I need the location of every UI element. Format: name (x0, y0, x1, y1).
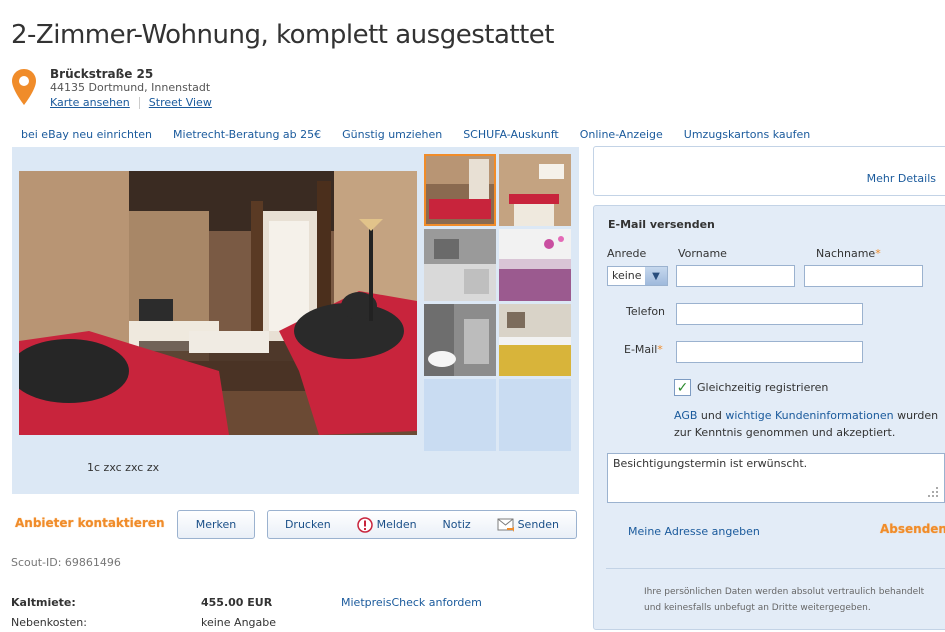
register-checkbox[interactable]: ✓ (674, 379, 691, 396)
agb-text: wurden (893, 409, 939, 422)
thumbnail-2[interactable] (499, 154, 571, 226)
nebenkosten-label: Nebenkosten: (11, 616, 87, 629)
thumbnail-1[interactable] (424, 154, 496, 226)
melden-button[interactable]: Melden (356, 516, 417, 533)
service-links: bei eBay neu einrichten Mietrecht-Beratu… (21, 128, 810, 141)
email-form: E-Mail versenden Anrede keine ▼ Vorname … (593, 205, 945, 630)
telefon-label: Telefon (626, 305, 666, 318)
email-label: E-Mail* (624, 343, 663, 356)
kundeninfo-link[interactable]: wichtige Kundeninformationen (725, 409, 893, 422)
photo-gallery: 1c zxc zxc zx (12, 147, 579, 494)
thumbnail-4[interactable] (499, 229, 571, 301)
nachname-field[interactable] (804, 265, 923, 287)
service-link-online-anzeige[interactable]: Online-Anzeige (580, 128, 663, 141)
address-street: Brückstraße 25 (50, 67, 154, 81)
message-textarea[interactable]: Besichtigungstermin ist erwünscht. (607, 453, 945, 503)
merken-button[interactable]: Merken (177, 510, 255, 539)
action-button-group: Drucken Melden Notiz Senden (267, 510, 577, 539)
address-links: Karte ansehen Street View (50, 96, 212, 109)
agb-link[interactable]: AGB (674, 409, 697, 422)
mietpreis-check-link[interactable]: MietpreisCheck anfordem (341, 596, 482, 609)
street-view-link[interactable]: Street View (149, 96, 212, 109)
privacy-line-2: und keinesfalls unbefugt an Dritte weite… (644, 603, 871, 613)
service-link-schufa[interactable]: SCHUFA-Auskunft (463, 128, 559, 141)
chevron-down-icon: ▼ (645, 267, 667, 285)
agb-text-2: zur Kenntnis genommen und akzeptiert. (674, 426, 896, 439)
map-link[interactable]: Karte ansehen (50, 96, 130, 109)
vorname-field[interactable] (676, 265, 795, 287)
contact-provider-link[interactable]: Anbieter kontaktieren (15, 516, 165, 530)
telefon-field[interactable] (676, 303, 863, 325)
mehr-details-link[interactable]: Mehr Details (867, 172, 936, 185)
thumbnail-empty (499, 379, 571, 451)
form-title: E-Mail versenden (608, 218, 715, 231)
register-label: Gleichzeitig registrieren (697, 381, 829, 394)
adresse-link[interactable]: Meine Adresse angeben (628, 525, 760, 538)
thumbnail-6[interactable] (499, 304, 571, 376)
main-photo[interactable] (19, 171, 417, 435)
address-city: 44135 Dortmund, Innenstadt (50, 81, 211, 94)
thumbnail-empty (424, 379, 496, 451)
notiz-button[interactable]: Notiz (443, 518, 471, 531)
kaltmiete-label: Kaltmiete: (11, 596, 76, 609)
senden-button[interactable]: Senden (497, 518, 559, 532)
page-title: 2-Zimmer-Wohnung, komplett ausgestattet (11, 20, 554, 50)
location-pin-icon (12, 69, 36, 105)
envelope-icon (497, 518, 514, 532)
service-link-umziehen[interactable]: Günstig umziehen (342, 128, 442, 141)
photo-caption: 1c zxc zxc zx (87, 461, 160, 474)
divider (138, 97, 140, 109)
kaltmiete-value: 455.00 EUR (201, 596, 273, 609)
service-link-umzugskartons[interactable]: Umzugskartons kaufen (684, 128, 810, 141)
privacy-line-1: Ihre persönlichen Daten werden absolut v… (644, 587, 925, 597)
agb-and: und (697, 409, 726, 422)
vorname-label: Vorname (678, 247, 727, 260)
service-link-ebay[interactable]: bei eBay neu einrichten (21, 128, 152, 141)
service-link-mietrecht[interactable]: Mietrecht-Beratung ab 25€ (173, 128, 321, 141)
anrede-label: Anrede (607, 247, 647, 260)
agb-notice: AGB und wichtige Kundeninformationen wur… (674, 407, 945, 441)
absenden-button[interactable]: Absenden (880, 522, 945, 536)
warning-icon (356, 516, 373, 533)
nebenkosten-value: keine Angabe (201, 616, 277, 629)
checkmark-icon: ✓ (676, 379, 689, 396)
thumbnail-3[interactable] (424, 229, 496, 301)
thumbnail-grid (424, 154, 574, 451)
thumbnail-5[interactable] (424, 304, 496, 376)
nachname-label: Nachname* (816, 247, 881, 260)
details-box: Mehr Details (593, 146, 945, 196)
senden-label: Senden (517, 518, 560, 531)
anrede-value: keine (612, 269, 642, 282)
privacy-notice: Ihre persönlichen Daten werden absolut v… (644, 584, 945, 616)
scout-id: Scout-ID: 69861496 (11, 556, 121, 569)
drucken-button[interactable]: Drucken (285, 518, 331, 531)
divider (606, 568, 945, 569)
resize-grip-icon[interactable] (926, 485, 940, 499)
message-text: Besichtigungstermin ist erwünscht. (613, 457, 808, 470)
anrede-select[interactable]: keine ▼ (607, 266, 668, 286)
melden-label: Melden (376, 518, 417, 531)
email-field[interactable] (676, 341, 863, 363)
